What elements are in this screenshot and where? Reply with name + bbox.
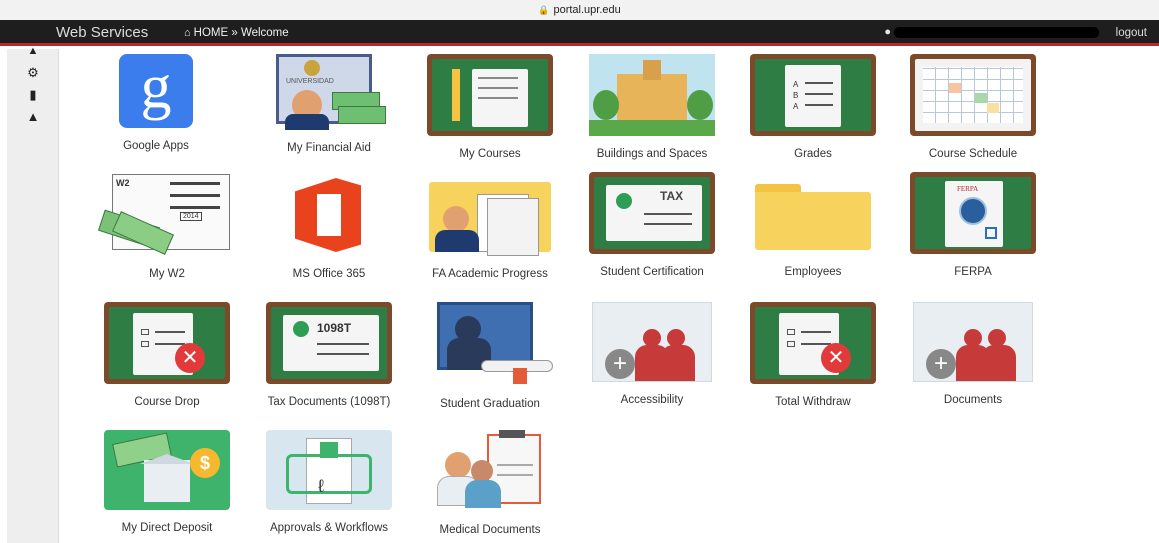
- app-label: Documents: [943, 394, 1003, 406]
- user-icon: ●: [884, 26, 891, 38]
- people-add-icon: +: [913, 302, 1033, 382]
- people-add-icon: +: [592, 302, 712, 382]
- redacted-username: [894, 26, 1099, 38]
- app-tile-medical-documents[interactable]: Medical Documents: [415, 430, 565, 537]
- browser-url-bar[interactable]: 🔒 portal.upr.edu: [0, 0, 1159, 20]
- top-nav-bar: Web Services ⌂ HOME » Welcome ● logout: [0, 20, 1159, 46]
- app-tile-course-schedule[interactable]: Course Schedule: [898, 54, 1048, 161]
- bank-deposit-icon: $: [104, 430, 230, 510]
- home-icon[interactable]: ⌂: [184, 27, 191, 39]
- app-tile-google-apps[interactable]: g Google Apps: [81, 54, 231, 153]
- app-tile-total-withdraw[interactable]: ✕ Total Withdraw: [738, 302, 888, 409]
- app-tile-my-courses[interactable]: My Courses: [415, 54, 565, 161]
- app-label: Buildings and Spaces: [596, 148, 708, 160]
- w2-form-icon: W2 2014: [98, 172, 234, 256]
- folder-icon: [753, 172, 873, 254]
- app-tile-my-w2[interactable]: W2 2014 My W2: [92, 172, 242, 281]
- google-icon: g: [119, 54, 193, 128]
- app-tile-approvals[interactable]: ℓ Approvals & Workflows: [254, 430, 404, 535]
- breadcrumb-text[interactable]: HOME » Welcome: [194, 27, 289, 39]
- app-label: Google Apps: [123, 140, 189, 152]
- app-label: Tax Documents (1098T): [267, 396, 391, 408]
- app-label: Total Withdraw: [775, 396, 851, 408]
- url-text: portal.upr.edu: [553, 4, 621, 16]
- app-label: Course Schedule: [928, 148, 1018, 160]
- app-label: My Direct Deposit: [121, 522, 213, 534]
- app-tile-ms-office[interactable]: MS Office 365: [254, 172, 404, 281]
- approval-workflow-icon: ℓ: [266, 430, 392, 510]
- calendar-icon: [910, 54, 1036, 136]
- medical-icon: [427, 430, 553, 512]
- app-label: FERPA: [954, 266, 992, 278]
- brand-title[interactable]: Web Services: [56, 24, 148, 41]
- bell-icon[interactable]: ▲: [7, 109, 59, 124]
- app-label: Student Graduation: [440, 398, 540, 410]
- app-tile-student-certification[interactable]: TAX Student Certification: [577, 172, 727, 279]
- app-label: Student Certification: [600, 266, 704, 278]
- app-label: FA Academic Progress: [432, 268, 548, 280]
- bookmark-icon[interactable]: ▮: [7, 87, 59, 103]
- app-tile-buildings[interactable]: Buildings and Spaces: [577, 54, 727, 161]
- office-icon: [291, 172, 367, 256]
- course-drop-icon: ✕: [104, 302, 230, 384]
- grades-icon: ABA: [750, 54, 876, 136]
- lock-icon: 🔒: [538, 4, 550, 15]
- app-label: My Financial Aid: [287, 142, 371, 154]
- app-label: Employees: [784, 266, 842, 278]
- app-tile-tax-documents[interactable]: 1098T Tax Documents (1098T): [254, 302, 404, 409]
- home-icon[interactable]: ▲: [7, 45, 59, 57]
- ferpa-document-icon: FERPA: [910, 172, 1036, 254]
- app-tile-financial-aid[interactable]: UNIVERSIDAD My Financial Aid: [254, 54, 404, 155]
- app-label: Grades: [794, 148, 832, 160]
- app-tile-direct-deposit[interactable]: $ My Direct Deposit: [92, 430, 242, 535]
- app-label: Accessibility: [620, 394, 684, 406]
- graduation-icon: [425, 302, 555, 386]
- financial-aid-icon: UNIVERSIDAD: [270, 54, 388, 130]
- withdraw-icon: ✕: [750, 302, 876, 384]
- app-label: Approvals & Workflows: [269, 522, 389, 534]
- app-tile-employees[interactable]: Employees: [738, 172, 888, 279]
- app-label: MS Office 365: [292, 268, 366, 280]
- user-menu[interactable]: ●: [884, 26, 1099, 38]
- app-tile-course-drop[interactable]: ✕ Course Drop: [92, 302, 242, 409]
- app-label: Medical Documents: [439, 524, 541, 536]
- logout-link[interactable]: logout: [1116, 27, 1147, 39]
- app-label: My Courses: [459, 148, 521, 160]
- app-tile-documents[interactable]: + Documents: [898, 302, 1048, 407]
- building-icon: [589, 54, 715, 136]
- app-tile-fa-academic-progress[interactable]: FA Academic Progress: [415, 172, 565, 281]
- app-tile-grades[interactable]: ABA Grades: [738, 54, 888, 161]
- app-tile-ferpa[interactable]: FERPA FERPA: [898, 172, 1048, 279]
- tax-certificate-icon: TAX: [589, 172, 715, 254]
- app-tile-accessibility[interactable]: + Accessibility: [577, 302, 727, 407]
- app-tile-student-graduation[interactable]: Student Graduation: [415, 302, 565, 411]
- breadcrumb: ⌂ HOME » Welcome: [184, 27, 289, 39]
- tax-document-icon: 1098T: [266, 302, 392, 384]
- academic-progress-icon: [425, 172, 555, 256]
- app-label: My W2: [149, 268, 185, 280]
- app-label: Course Drop: [134, 396, 200, 408]
- left-sidebar: ▲ ⚙ ▮ ▲: [7, 45, 59, 543]
- gear-icon[interactable]: ⚙: [7, 65, 59, 81]
- notebook-icon: [427, 54, 553, 136]
